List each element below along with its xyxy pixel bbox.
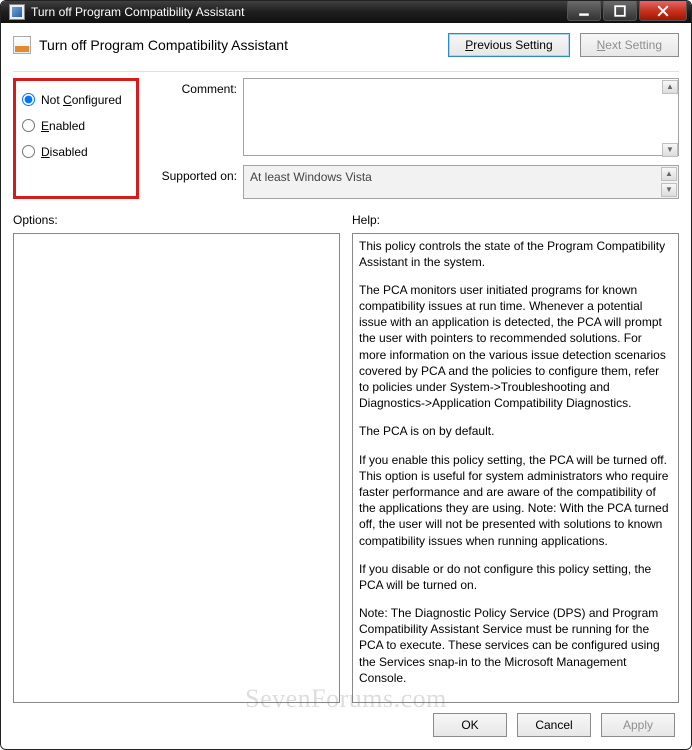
header-row: Turn off Program Compatibility Assistant…	[13, 33, 679, 57]
help-paragraph: Note: The Diagnostic Policy Service (DPS…	[359, 605, 672, 686]
help-label: Help:	[352, 213, 679, 227]
window-controls	[567, 1, 687, 21]
help-paragraph: The PCA is on by default.	[359, 423, 672, 439]
scroll-up-icon[interactable]: ▲	[662, 80, 678, 94]
policy-editor-window: Turn off Program Compatibility Assistant…	[0, 0, 692, 750]
comment-textarea[interactable]	[243, 78, 679, 156]
help-box[interactable]: This policy controls the state of the Pr…	[352, 233, 679, 704]
state-radio-group: Not Configured Enabled Disabled	[13, 78, 139, 199]
minimize-icon	[578, 5, 590, 17]
supported-on-value: At least Windows Vista ▲ ▼	[243, 165, 679, 199]
scroll-down-icon[interactable]: ▼	[661, 183, 677, 197]
columns-row: Options: Help: This policy controls the …	[13, 213, 679, 704]
previous-setting-button[interactable]: Previous Setting	[448, 33, 569, 57]
options-column: Options:	[13, 213, 340, 704]
policy-icon	[13, 36, 31, 54]
help-paragraph: This policy controls the state of the Pr…	[359, 238, 672, 270]
radio-enabled[interactable]: Enabled	[22, 113, 122, 139]
cancel-button[interactable]: Cancel	[517, 713, 591, 737]
supported-label: Supported on:	[147, 165, 237, 199]
policy-title: Turn off Program Compatibility Assistant	[39, 37, 288, 53]
maximize-button[interactable]	[603, 1, 637, 21]
close-icon	[657, 5, 669, 17]
radio-disabled-input[interactable]	[22, 145, 35, 158]
close-button[interactable]	[639, 1, 687, 21]
footer-buttons: OK Cancel Apply	[13, 713, 679, 737]
options-box[interactable]	[13, 233, 340, 704]
nav-buttons: Previous Setting Next Setting	[448, 33, 679, 57]
maximize-icon	[614, 5, 626, 17]
help-paragraph: The PCA monitors user initiated programs…	[359, 282, 672, 412]
middle-row: Not Configured Enabled Disabled Comment:	[13, 78, 679, 199]
comment-label: Comment:	[147, 78, 237, 159]
radio-not-configured-input[interactable]	[22, 93, 35, 106]
apply-button[interactable]: Apply	[601, 713, 675, 737]
next-setting-button[interactable]: Next Setting	[580, 33, 679, 57]
app-icon	[9, 4, 25, 20]
help-paragraph: If you disable or do not configure this …	[359, 561, 672, 593]
scroll-up-icon[interactable]: ▲	[661, 167, 677, 181]
radio-disabled[interactable]: Disabled	[22, 139, 122, 165]
ok-button[interactable]: OK	[433, 713, 507, 737]
scroll-down-icon[interactable]: ▼	[662, 143, 678, 157]
client-area: Turn off Program Compatibility Assistant…	[1, 23, 691, 750]
help-column: Help: This policy controls the state of …	[352, 213, 679, 704]
titlebar[interactable]: Turn off Program Compatibility Assistant	[1, 1, 691, 23]
radio-not-configured[interactable]: Not Configured	[22, 87, 122, 113]
divider	[13, 71, 679, 72]
minimize-button[interactable]	[567, 1, 601, 21]
help-paragraph: If you enable this policy setting, the P…	[359, 452, 672, 549]
options-label: Options:	[13, 213, 340, 227]
window-title: Turn off Program Compatibility Assistant	[31, 5, 244, 19]
radio-enabled-input[interactable]	[22, 119, 35, 132]
